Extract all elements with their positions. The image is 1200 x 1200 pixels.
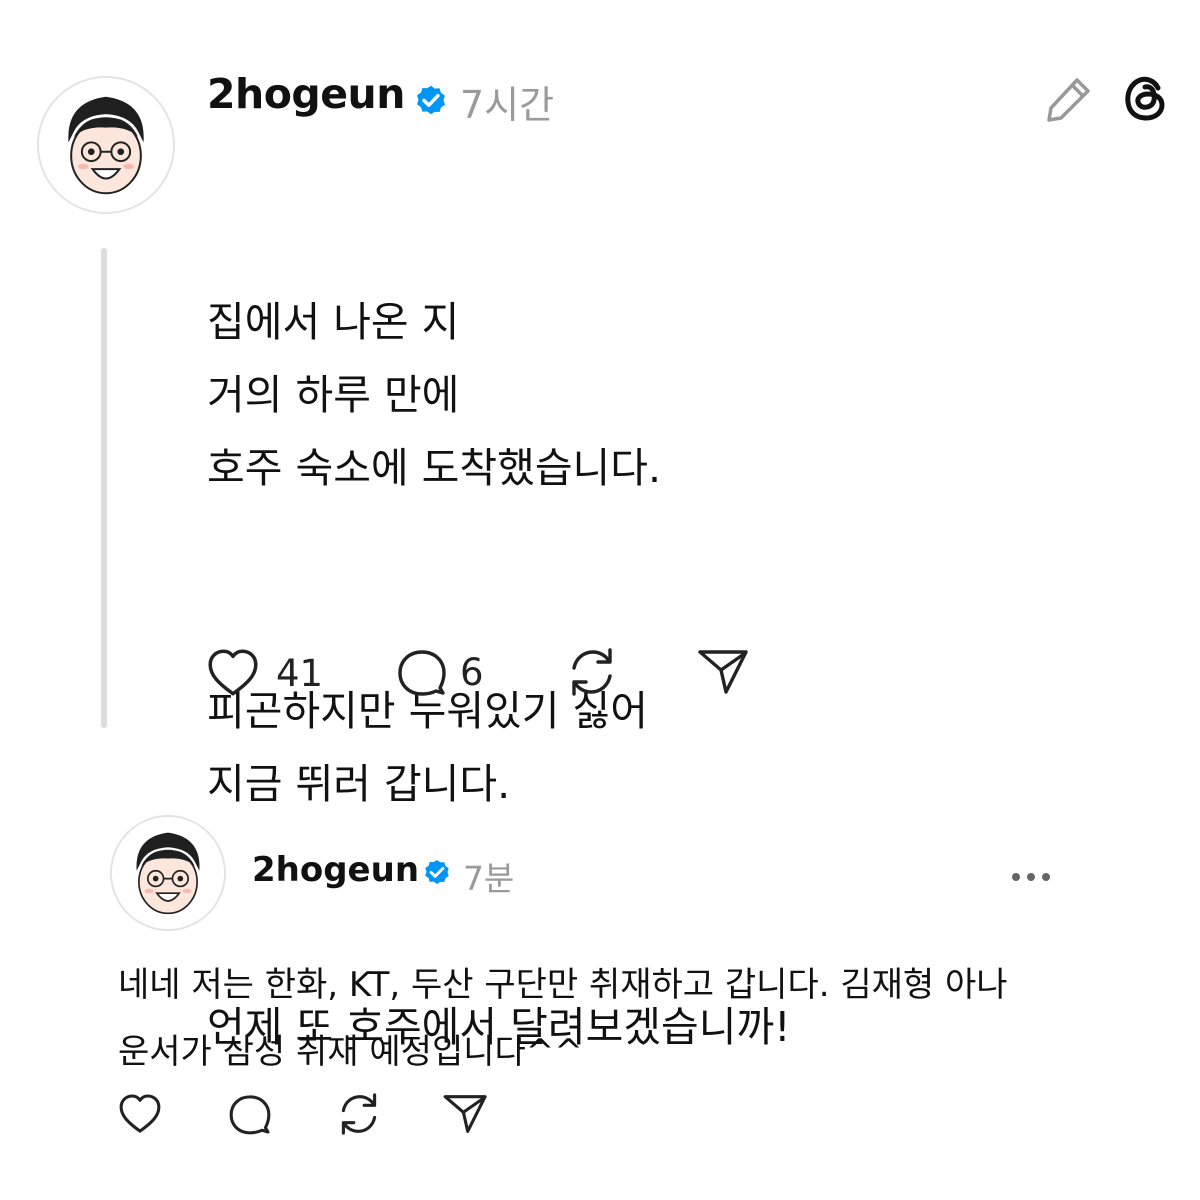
heart-icon — [208, 649, 258, 696]
share-icon — [698, 650, 748, 694]
share-button[interactable] — [694, 642, 754, 706]
reply-button[interactable]: 6 — [394, 644, 484, 700]
comment-icon — [229, 1095, 271, 1135]
post-timestamp: 7시간 — [460, 83, 555, 127]
reply-timestamp: 7분 — [463, 859, 515, 898]
reply-like-button[interactable] — [116, 1090, 164, 1142]
post-paragraph: 집에서 나온 지 거의 하루 만에 호주 숙소에 도착했습니다. — [207, 298, 662, 492]
edit-pencil-icon[interactable] — [1044, 72, 1096, 124]
reply-comment-button[interactable] — [226, 1090, 274, 1142]
heart-icon — [119, 1094, 161, 1133]
reply-username[interactable]: 2hogeun — [252, 850, 419, 890]
avatar[interactable] — [37, 76, 175, 214]
reply-count: 6 — [460, 650, 484, 694]
reply-body: 네네 저는 한화, KT, 두산 구단만 취재하고 갑니다. 김재형 아나 운서… — [118, 965, 1008, 1072]
like-button[interactable]: 41 — [204, 644, 323, 702]
repost-icon — [572, 648, 612, 696]
repost-button[interactable] — [562, 642, 622, 706]
comment-icon — [398, 650, 446, 696]
repost-icon — [341, 1093, 377, 1135]
reply-avatar[interactable] — [110, 815, 226, 931]
thread-connector-line — [101, 248, 107, 728]
reply-repost-button[interactable] — [333, 1088, 385, 1144]
share-icon — [443, 1095, 487, 1133]
threads-logo-icon[interactable] — [1120, 72, 1172, 124]
like-count: 41 — [276, 651, 324, 695]
reply-share-button[interactable] — [440, 1088, 492, 1144]
more-options-icon[interactable] — [1012, 866, 1057, 885]
post-username[interactable]: 2hogeun — [207, 70, 405, 118]
verified-badge-icon — [412, 81, 450, 119]
verified-badge-icon — [421, 856, 453, 888]
